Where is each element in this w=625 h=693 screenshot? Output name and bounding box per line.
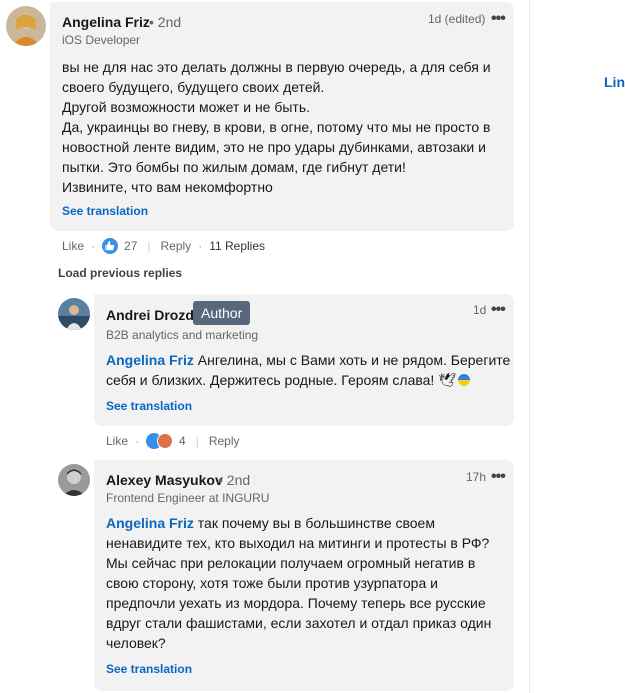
more-icon[interactable]: ••• <box>491 302 506 318</box>
separator-dot: · <box>135 434 140 448</box>
reply-text-line: ненавидите тех, кто выходил на митинги и… <box>106 535 490 551</box>
comment-text-line: пытки. Это бомбы по жилым домам, где гиб… <box>62 159 406 175</box>
right-rail-mark: ˇ <box>619 0 623 8</box>
reply-text-line: вдруг стали фашистами, если захотел и от… <box>106 615 492 631</box>
reply-text-line: предпочли уехать из мордора. Почему тепе… <box>106 595 486 611</box>
divider: | <box>195 434 199 448</box>
reply-text-segment: Ангелина, мы с Вами хоть и не рядом. Бер… <box>193 352 511 368</box>
comment-text-line: Извините, что вам некомфортно <box>62 179 273 195</box>
avatar[interactable] <box>58 464 90 496</box>
avatar-photo <box>58 298 90 330</box>
avatar[interactable] <box>58 298 90 330</box>
author-headline: Frontend Engineer at INGURU <box>106 491 270 505</box>
comment-timestamp: 1d (edited) <box>428 12 486 26</box>
divider: | <box>147 239 151 253</box>
reply-button[interactable]: Reply <box>161 239 192 253</box>
load-previous-replies-button[interactable]: Load previous replies <box>58 266 182 280</box>
author-headline: B2B analytics and marketing <box>106 328 259 342</box>
reply-timestamp: 1d <box>473 303 487 317</box>
more-icon[interactable]: ••• <box>491 11 506 27</box>
more-icon[interactable]: ••• <box>491 469 506 485</box>
avatar-photo <box>6 6 46 46</box>
reply-text-line: себя и близких. Держитесь родные. Героям… <box>106 370 510 390</box>
reply-text-segment: так почему вы в большинстве своем <box>193 515 435 531</box>
reply-timestamp: 17h <box>466 470 487 484</box>
avatar[interactable] <box>6 6 46 46</box>
reply-text-line: Angelina Friz Ангелина, мы с Вами хоть и… <box>106 350 510 370</box>
reply-text-line: свою сторону, хотя тоже были против узур… <box>106 575 438 591</box>
reply-button[interactable]: Reply <box>209 434 240 448</box>
see-translation-link[interactable]: See translation <box>106 662 192 676</box>
reply-text: Angelina Friz Ангелина, мы с Вами хоть и… <box>106 350 510 390</box>
reply-text-line: Мы сейчас при релокации получаем огромны… <box>106 555 476 571</box>
right-rail-divider <box>529 0 530 693</box>
comment-text: вы не для нас это делать должны в первую… <box>62 57 491 197</box>
comment-text-line: новостной ленте видим, это не про удары … <box>62 139 486 155</box>
author-headline: iOS Developer <box>62 33 141 47</box>
reply-actions: Like · 4 | Reply <box>106 433 240 449</box>
reply-author-name[interactable]: Andrei Drozd <box>106 307 194 323</box>
right-rail-link[interactable]: Linl <box>604 74 625 90</box>
mention-link[interactable]: Angelina Friz <box>106 352 194 368</box>
like-button[interactable]: Like <box>62 239 84 253</box>
reply-text-line: Angelina Friz так почему вы в большинств… <box>106 513 491 533</box>
comment-text-line: своего будущего, будущего своих детей. <box>62 79 325 95</box>
avatar-photo <box>58 464 90 496</box>
connection-degree: • 2nd <box>149 14 182 30</box>
reaction-count[interactable]: 27 <box>124 239 137 253</box>
separator-dot: · <box>198 239 203 253</box>
like-reaction-icon[interactable] <box>102 238 119 254</box>
heart-reaction-icon <box>157 433 174 449</box>
separator-dot: · <box>91 239 96 253</box>
reply-text-line: человек? <box>106 635 166 651</box>
comment-actions: Like · 27 | Reply · 11 Replies <box>62 238 265 254</box>
comment-text-line: Другой возможности может и не быть. <box>62 99 311 115</box>
comment-text-line: вы не для нас это делать должны в первую… <box>62 59 491 75</box>
see-translation-link[interactable]: See translation <box>106 399 192 413</box>
replies-count-link[interactable]: 11 Replies <box>209 239 265 253</box>
reply-author-name[interactable]: Alexey Masyukov <box>106 472 223 488</box>
ukraine-flag-icon <box>457 374 470 386</box>
like-button[interactable]: Like <box>106 434 128 448</box>
reply-text-segment: себя и близких. Держитесь родные. Героям… <box>106 372 456 388</box>
reply-text: Angelina Friz так почему вы в большинств… <box>106 513 491 653</box>
mention-link[interactable]: Angelina Friz <box>106 515 194 531</box>
author-badge: Author <box>193 301 251 325</box>
comment-text-line: Да, украинцы во гневу, в крови, в огне, … <box>62 119 491 135</box>
comment-author-name[interactable]: Angelina Friz <box>62 14 150 30</box>
connection-degree: • 2nd <box>218 472 251 488</box>
reaction-count[interactable]: 4 <box>179 434 186 448</box>
see-translation-link[interactable]: See translation <box>62 204 148 218</box>
reaction-icons[interactable] <box>146 433 174 449</box>
